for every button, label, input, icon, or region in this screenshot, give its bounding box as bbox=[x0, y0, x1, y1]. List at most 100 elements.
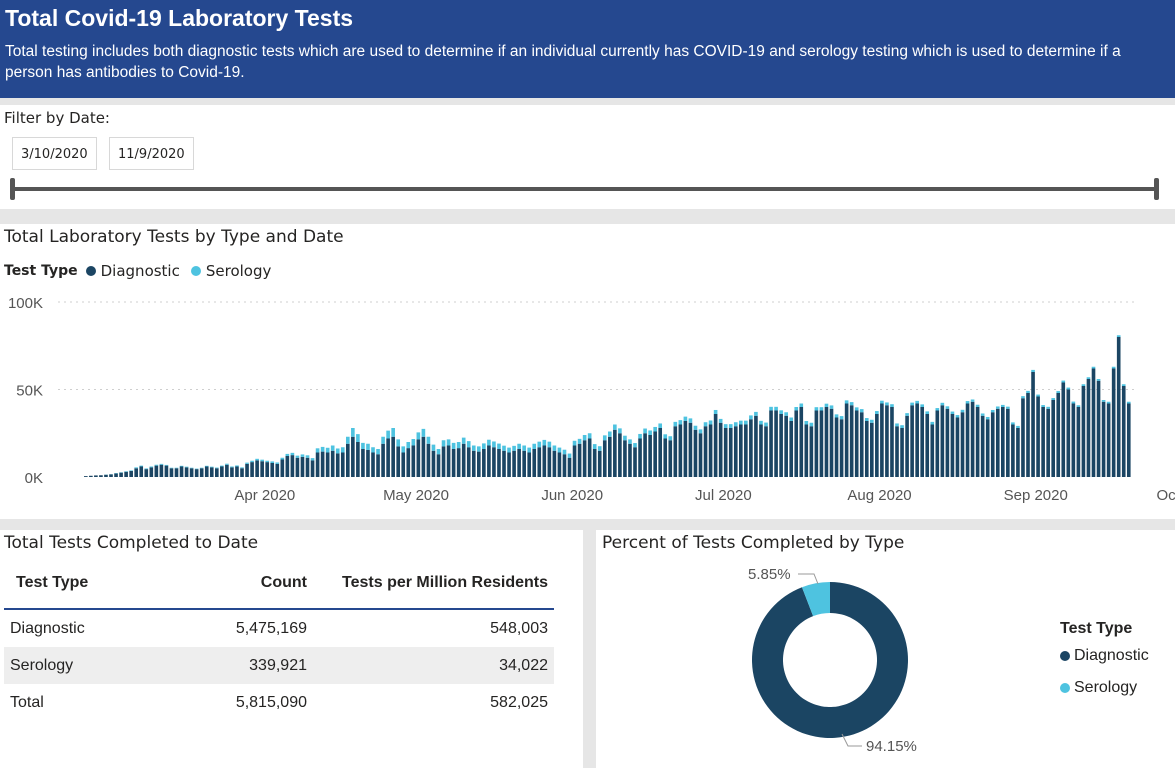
bar-diagnostic[interactable] bbox=[159, 464, 164, 477]
bar-diagnostic[interactable] bbox=[1121, 386, 1126, 477]
bar-diagnostic[interactable] bbox=[1096, 380, 1101, 477]
bar-diagnostic[interactable] bbox=[134, 468, 139, 477]
bar-diagnostic[interactable] bbox=[482, 449, 486, 477]
bar-diagnostic[interactable] bbox=[421, 436, 426, 477]
bar-serology[interactable] bbox=[905, 413, 909, 416]
bar-serology[interactable] bbox=[1121, 384, 1126, 386]
bar-serology[interactable] bbox=[517, 443, 521, 449]
bar-diagnostic[interactable] bbox=[799, 407, 804, 477]
bar-serology[interactable] bbox=[280, 457, 285, 460]
bar-diagnostic[interactable] bbox=[849, 405, 854, 477]
bar-serology[interactable] bbox=[164, 464, 169, 466]
bar-diagnostic[interactable] bbox=[885, 405, 889, 477]
bar-serology[interactable] bbox=[461, 437, 466, 444]
bar-diagnostic[interactable] bbox=[235, 466, 239, 478]
bar-diagnostic[interactable] bbox=[1031, 372, 1035, 477]
bar-diagnostic[interactable] bbox=[84, 476, 88, 477]
bar-diagnostic[interactable] bbox=[325, 452, 330, 478]
bar-diagnostic[interactable] bbox=[985, 419, 990, 477]
bar-diagnostic[interactable] bbox=[698, 433, 703, 477]
bar-serology[interactable] bbox=[678, 420, 683, 425]
bar-serology[interactable] bbox=[351, 428, 355, 437]
bar-serology[interactable] bbox=[381, 436, 385, 444]
bar-serology[interactable] bbox=[728, 424, 733, 428]
bar-diagnostic[interactable] bbox=[164, 465, 169, 477]
bar-serology[interactable] bbox=[391, 428, 395, 437]
bar-serology[interactable] bbox=[628, 439, 632, 444]
bar-serology[interactable] bbox=[305, 455, 310, 458]
bar-diagnostic[interactable] bbox=[215, 468, 219, 477]
bar-serology[interactable] bbox=[703, 422, 708, 427]
bar-serology[interactable] bbox=[890, 404, 894, 407]
bar-diagnostic[interactable] bbox=[149, 467, 154, 477]
bar-serology[interactable] bbox=[809, 422, 814, 427]
bar-serology[interactable] bbox=[361, 442, 365, 449]
bar-diagnostic[interactable] bbox=[542, 445, 547, 478]
bar-diagnostic[interactable] bbox=[673, 426, 678, 477]
bar-diagnostic[interactable] bbox=[310, 460, 315, 477]
bar-serology[interactable] bbox=[179, 465, 184, 467]
bar-diagnostic[interactable] bbox=[204, 466, 209, 478]
bar-serology[interactable] bbox=[985, 416, 990, 420]
bar-serology[interactable] bbox=[759, 420, 763, 425]
bar-diagnostic[interactable] bbox=[688, 422, 693, 477]
bar-serology[interactable] bbox=[1106, 401, 1111, 404]
bar-diagnostic[interactable] bbox=[124, 471, 128, 477]
bar-serology[interactable] bbox=[895, 423, 899, 427]
bar-diagnostic[interactable] bbox=[255, 460, 259, 477]
bar-diagnostic[interactable] bbox=[950, 414, 955, 477]
bar-serology[interactable] bbox=[199, 467, 204, 469]
bar-diagnostic[interactable] bbox=[638, 438, 642, 478]
bar-serology[interactable] bbox=[789, 417, 794, 422]
bar-serology[interactable] bbox=[270, 461, 275, 463]
bar-diagnostic[interactable] bbox=[920, 407, 925, 477]
bar-serology[interactable] bbox=[1111, 366, 1116, 369]
bar-diagnostic[interactable] bbox=[1076, 407, 1081, 477]
bar-serology[interactable] bbox=[396, 439, 401, 447]
bar-serology[interactable] bbox=[542, 439, 547, 446]
bar-diagnostic[interactable] bbox=[970, 401, 975, 477]
bar-diagnostic[interactable] bbox=[1056, 393, 1061, 477]
bar-serology[interactable] bbox=[492, 441, 496, 448]
bar-diagnostic[interactable] bbox=[330, 450, 335, 477]
bar-diagnostic[interactable] bbox=[487, 445, 491, 478]
bar-serology[interactable] bbox=[854, 407, 859, 411]
donut-legend-serology[interactable]: Serology bbox=[1060, 679, 1149, 697]
bar-diagnostic[interactable] bbox=[371, 452, 375, 478]
bar-serology[interactable] bbox=[335, 448, 340, 454]
bar-serology[interactable] bbox=[557, 447, 562, 453]
bar-serology[interactable] bbox=[487, 439, 491, 446]
bar-serology[interactable] bbox=[875, 411, 879, 414]
bar-diagnostic[interactable] bbox=[900, 428, 904, 477]
bar-diagnostic[interactable] bbox=[260, 461, 264, 477]
bar-serology[interactable] bbox=[1011, 422, 1015, 425]
bar-diagnostic[interactable] bbox=[275, 463, 280, 477]
bar-serology[interactable] bbox=[471, 445, 476, 451]
bar-diagnostic[interactable] bbox=[854, 410, 859, 478]
bar-serology[interactable] bbox=[255, 458, 259, 461]
bar-diagnostic[interactable] bbox=[739, 424, 743, 478]
bar-serology[interactable] bbox=[451, 442, 456, 449]
bar-serology[interactable] bbox=[940, 402, 945, 406]
bar-diagnostic[interactable] bbox=[859, 412, 864, 477]
bar-diagnostic[interactable] bbox=[693, 429, 698, 477]
bar-diagnostic[interactable] bbox=[366, 449, 370, 477]
bar-diagnostic[interactable] bbox=[769, 410, 773, 478]
bar-serology[interactable] bbox=[537, 441, 542, 448]
bar-diagnostic[interactable] bbox=[708, 424, 713, 478]
bar-serology[interactable] bbox=[955, 415, 960, 418]
bar-serology[interactable] bbox=[477, 446, 481, 452]
bar-diagnostic[interactable] bbox=[461, 443, 466, 477]
bar-diagnostic[interactable] bbox=[683, 421, 688, 477]
bar-serology[interactable] bbox=[602, 435, 607, 441]
bar-serology[interactable] bbox=[683, 416, 688, 421]
bar-diagnostic[interactable] bbox=[935, 410, 940, 478]
bar-serology[interactable] bbox=[1101, 400, 1106, 402]
bar-diagnostic[interactable] bbox=[990, 412, 995, 477]
bar-diagnostic[interactable] bbox=[1116, 337, 1121, 477]
bar-diagnostic[interactable] bbox=[759, 424, 763, 478]
bar-serology[interactable] bbox=[215, 467, 219, 469]
bar-serology[interactable] bbox=[431, 444, 436, 451]
bar-serology[interactable] bbox=[950, 411, 955, 414]
bar-diagnostic[interactable] bbox=[250, 462, 254, 477]
